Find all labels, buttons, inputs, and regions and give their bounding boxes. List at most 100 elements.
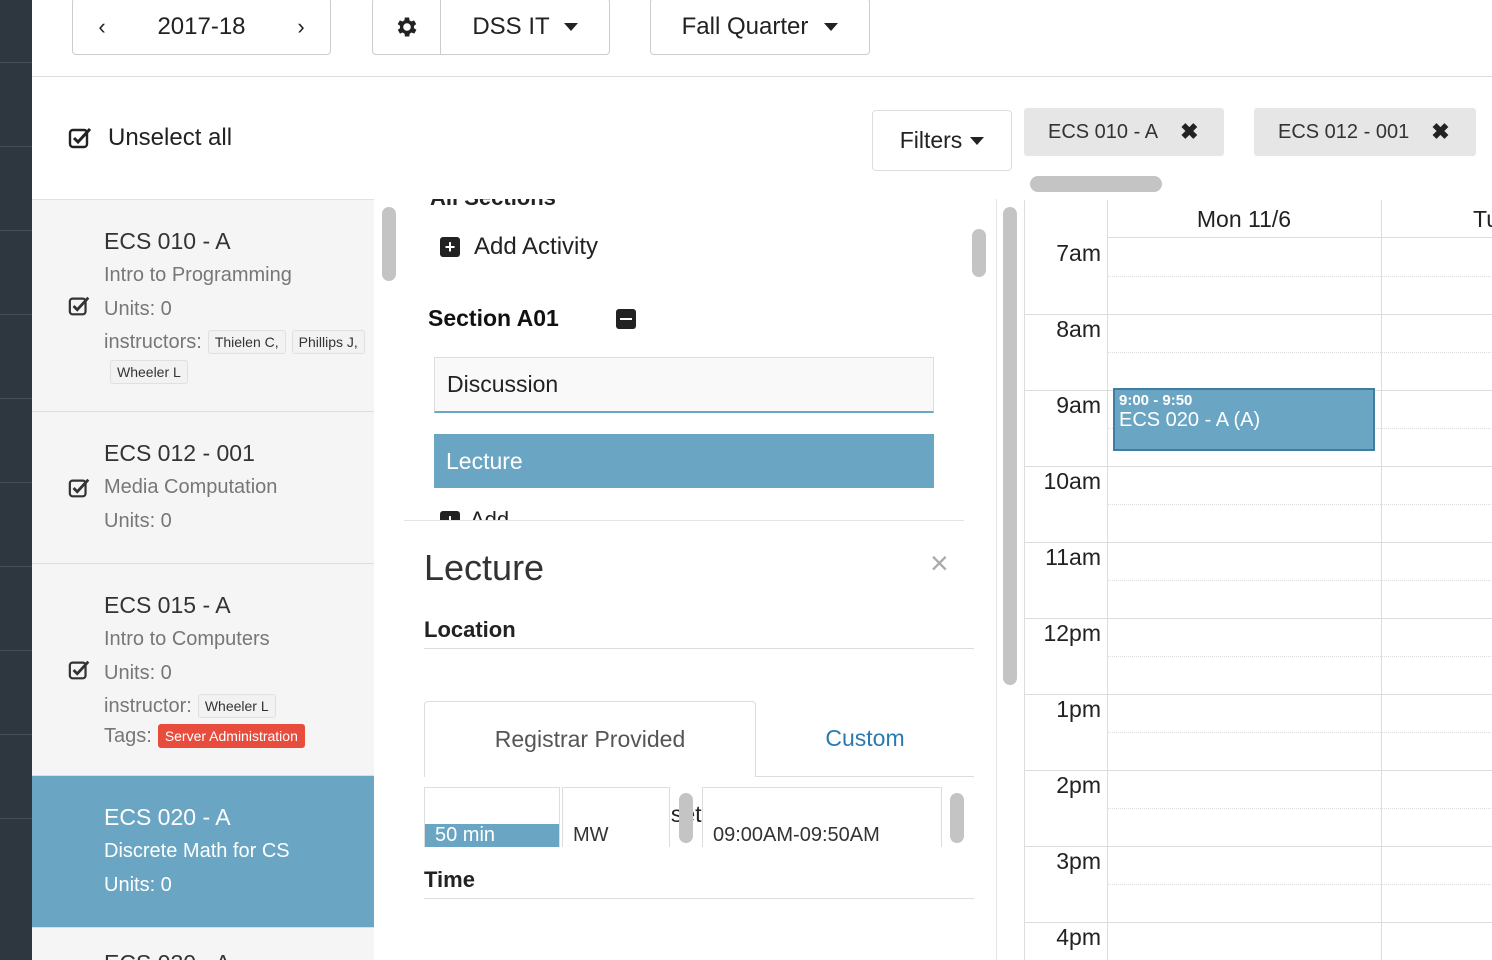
close-icon[interactable]: ×: [930, 545, 949, 582]
rail-divider: [0, 818, 32, 819]
checkbox-checked-icon[interactable]: [68, 476, 92, 500]
add-button-cut[interactable]: + Add: [440, 507, 509, 520]
days-scrollbar[interactable]: [676, 787, 696, 843]
year-selector: ‹ 2017-18 ›: [72, 0, 331, 55]
course-item[interactable]: ECS 015 - A Intro to Computers Units: 0 …: [32, 564, 374, 776]
term-dropdown[interactable]: Fall Quarter: [650, 0, 870, 55]
half-hour-line: [1107, 504, 1492, 505]
plus-square-icon: +: [440, 511, 460, 520]
calendar-event[interactable]: 9:00 - 9:50 ECS 020 - A (A): [1113, 388, 1375, 451]
instructor-tag: Phillips J,: [291, 330, 365, 354]
plus-square-icon: +: [440, 237, 460, 257]
event-time: 9:00 - 9:50: [1119, 392, 1193, 409]
divider: [424, 898, 974, 899]
tab-registrar-provided[interactable]: Registrar Provided: [424, 701, 756, 777]
rail-divider: [0, 398, 32, 399]
filter-chip: ECS 010 - A ✖: [1024, 108, 1224, 156]
calendar: Mon 11/6 Tu 7am 8am 9am 10am 11am 12pm 1pm 2pm 3…: [1024, 200, 1492, 960]
time-label: Time: [424, 867, 475, 892]
sections-scrollbar[interactable]: [966, 199, 994, 521]
half-hour-line: [1107, 352, 1492, 353]
close-icon[interactable]: ✖: [1431, 119, 1449, 145]
rail-divider: [0, 62, 32, 63]
chevron-left-icon[interactable]: ‹: [73, 14, 131, 40]
course-item[interactable]: ECS 012 - 001 Media Computation Units: 0: [32, 412, 374, 564]
add-activity-button[interactable]: + Add Activity: [440, 233, 598, 261]
instructor-tag: Wheeler L: [197, 694, 276, 718]
activity-lecture[interactable]: Lecture: [434, 434, 934, 488]
scrollbar-thumb[interactable]: [679, 793, 693, 843]
half-hour-line: [1107, 808, 1492, 809]
instructors-row-2: Wheeler L: [110, 360, 188, 384]
close-icon[interactable]: ✖: [1180, 119, 1198, 145]
course-item[interactable]: ECS 010 - A Intro to Programming Units: …: [32, 200, 374, 412]
course-list-scrollbar[interactable]: [376, 199, 402, 960]
instructors-label: instructors:: [104, 330, 202, 353]
chip-label: ECS 012 - 001: [1278, 120, 1410, 143]
panel-scrollbar[interactable]: [996, 199, 1024, 960]
course-name: Media Computation: [104, 476, 278, 498]
time-range-option[interactable]: 09:00AM-09:50AM: [703, 824, 941, 847]
tags-row: Tags: Server Administration: [104, 724, 305, 748]
course-title: ECS 020 - A: [104, 804, 231, 830]
rail-divider: [0, 482, 32, 483]
duration-select[interactable]: 50 min: [424, 787, 560, 847]
hour-label: 3pm: [1056, 848, 1101, 874]
caret-down-icon: [970, 136, 985, 145]
hour-line: [1025, 922, 1492, 923]
caret-down-icon: [563, 22, 578, 31]
tags-label: Tags:: [104, 724, 152, 747]
instructor-tag: Wheeler L: [110, 360, 188, 384]
day-header: Tu: [1381, 200, 1492, 238]
rail-divider: [0, 146, 32, 147]
checkbox-checked-icon[interactable]: [68, 294, 92, 318]
gear-icon[interactable]: [373, 0, 441, 54]
rail-divider: [0, 650, 32, 651]
course-item[interactable]: ECS 030 - A: [32, 928, 374, 960]
course-item-selected[interactable]: ECS 020 - A Discrete Math for CS Units: …: [32, 776, 374, 928]
days-option[interactable]: MW: [563, 824, 669, 847]
half-hour-line: [1107, 656, 1492, 657]
hour-line: [1025, 618, 1492, 619]
scrollbar-thumb[interactable]: [972, 229, 986, 277]
rail-divider: [0, 314, 32, 315]
term-label: Fall Quarter: [681, 12, 809, 40]
calendar-horizontal-scrollbar[interactable]: [1030, 176, 1162, 192]
filters-button[interactable]: Filters: [872, 110, 1012, 171]
checkbox-checked-icon[interactable]: [68, 658, 92, 682]
department-dropdown[interactable]: DSS IT: [441, 13, 609, 41]
checkbox-checked-icon: [68, 127, 92, 149]
sections-panel: All Sections + Add Activity Section A01 …: [404, 199, 994, 960]
scrollbar-thumb[interactable]: [382, 207, 396, 281]
hour-label: 11am: [1045, 544, 1101, 570]
minus-square-icon[interactable]: [616, 309, 636, 329]
course-title: ECS 030 - A: [104, 950, 231, 960]
detail-title: Lecture: [424, 547, 545, 588]
activity-discussion[interactable]: Discussion: [434, 357, 934, 413]
scrollbar-thumb[interactable]: [1003, 207, 1017, 685]
scrollbar-thumb[interactable]: [950, 793, 964, 843]
course-units: Units: 0: [104, 874, 172, 896]
hour-line: [1025, 314, 1492, 315]
chip-label: ECS 010 - A: [1048, 120, 1159, 143]
rail-divider: [0, 734, 32, 735]
add-activity-label: Add Activity: [474, 233, 599, 260]
divider: [424, 648, 974, 649]
activity-detail: Lecture × Location Registrar Provided Cu…: [404, 521, 994, 960]
chevron-right-icon[interactable]: ›: [272, 14, 330, 40]
tab-custom[interactable]: Custom: [756, 701, 974, 777]
course-title: ECS 015 - A: [104, 592, 231, 618]
half-hour-line: [1107, 732, 1492, 733]
hour-label: 2pm: [1056, 772, 1101, 798]
time-range-select[interactable]: 09:00AM-09:50AM: [702, 787, 942, 847]
hour-label: 8am: [1056, 316, 1101, 342]
rail-divider: [0, 566, 32, 567]
duration-option[interactable]: 50 min: [425, 824, 559, 847]
days-select[interactable]: MW: [562, 787, 670, 847]
unselect-all-button[interactable]: Unselect all: [68, 124, 232, 152]
hour-line: [1025, 846, 1492, 847]
day-header: Mon 11/6: [1107, 200, 1381, 238]
department-label: DSS IT: [472, 12, 550, 40]
hour-line: [1025, 694, 1492, 695]
time-scrollbar[interactable]: [947, 787, 967, 843]
